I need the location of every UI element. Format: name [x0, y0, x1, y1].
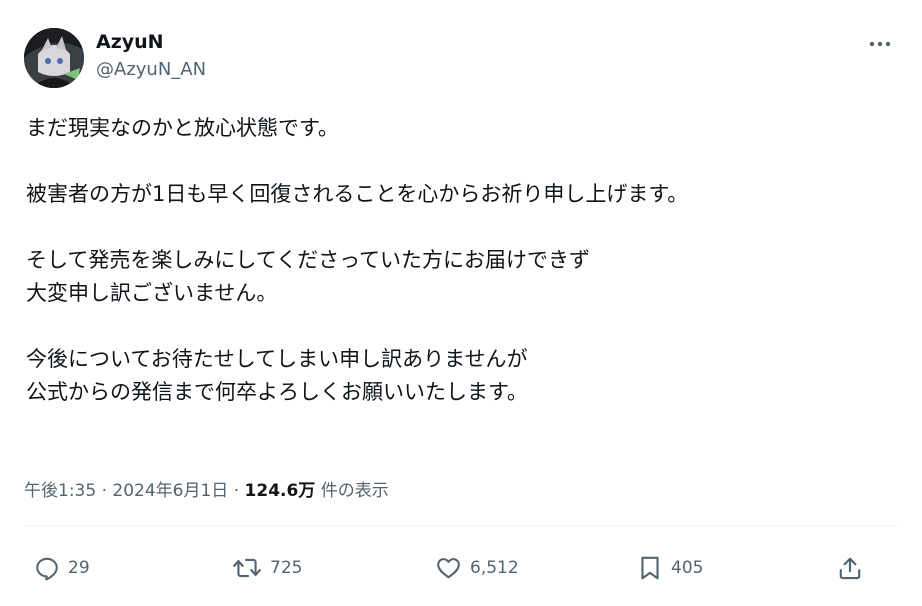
avatar[interactable] [24, 28, 84, 88]
repost-button[interactable]: 725 [232, 548, 302, 588]
tweet-time[interactable]: 午後1:35 [24, 481, 96, 501]
tweet-header: AzyuN @AzyuN_AN [24, 24, 898, 88]
action-bar: 29 725 6,512 405 [0, 548, 922, 588]
repost-icon [233, 558, 261, 578]
meta-separator: · [228, 481, 245, 501]
heart-icon [437, 558, 460, 579]
bookmark-count: 405 [671, 558, 704, 578]
bookmark-icon [641, 556, 659, 580]
tweet-text: まだ現実なのかと放心状態です。 被害者の方が1日も早く回復されることを心からお祈… [26, 112, 886, 409]
tweet-line [26, 145, 886, 178]
bookmark-button[interactable]: 405 [637, 548, 703, 588]
user-names: AzyuN @AzyuN_AN [96, 30, 206, 82]
reply-count: 29 [68, 558, 90, 578]
tweet: AzyuN @AzyuN_AN まだ現実なのかと放心状態です。 被害者の方が1日… [0, 0, 922, 606]
tweet-line: まだ現実なのかと放心状態です。 [26, 116, 339, 140]
tweet-line: 公式からの発信まで何卒よろしくお願いいたします。 [26, 380, 528, 404]
like-count: 6,512 [470, 558, 519, 578]
views-count[interactable]: 124.6万 [245, 481, 316, 501]
tweet-meta: 午後1:35 · 2024年6月1日 · 124.6万 件の表示 [24, 479, 389, 503]
tweet-line: そして発売を楽しみにしてくださっていた方にお届けできず [26, 248, 591, 272]
meta-separator: · [96, 481, 113, 501]
tweet-line [26, 211, 886, 244]
divider [24, 525, 898, 526]
tweet-date[interactable]: 2024年6月1日 [112, 481, 228, 501]
share-icon [839, 557, 861, 580]
tweet-line: 被害者の方が1日も早く回復されることを心からお祈り申し上げます。 [26, 182, 689, 206]
avatar-image [24, 28, 84, 88]
repost-count: 725 [270, 558, 303, 578]
like-button[interactable]: 6,512 [435, 548, 519, 588]
tweet-line: 今後についてお待たせしてしまい申し訳ありませんが [26, 347, 528, 371]
share-button[interactable] [837, 548, 863, 588]
display-name[interactable]: AzyuN [96, 30, 206, 54]
more-horizontal-icon [869, 41, 891, 47]
reply-icon [36, 557, 58, 581]
tweet-line: 大変申し訳ございません。 [26, 281, 278, 305]
reply-button[interactable]: 29 [34, 548, 90, 588]
user-handle[interactable]: @AzyuN_AN [96, 58, 206, 82]
tweet-line [26, 310, 886, 343]
views-label[interactable]: 件の表示 [315, 481, 389, 501]
more-options-button[interactable] [864, 32, 896, 56]
